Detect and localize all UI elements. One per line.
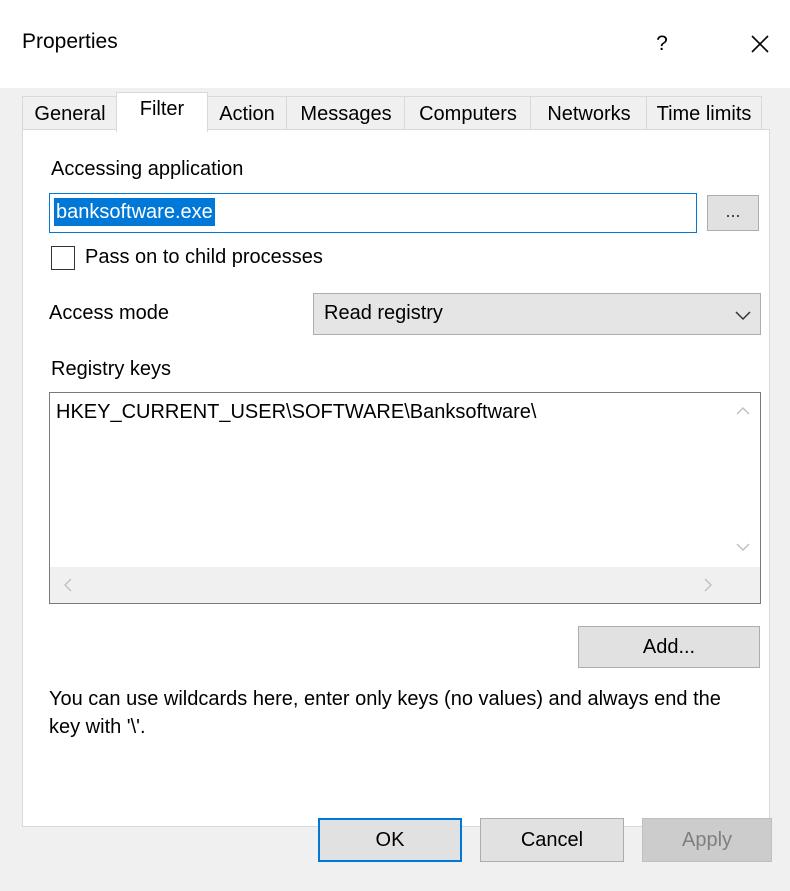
tab-strip: General Filter Action Messages Computers… <box>22 92 770 132</box>
vertical-scrollbar[interactable] <box>726 393 760 567</box>
accessing-application-label: Accessing application <box>51 158 244 180</box>
registry-key-item[interactable]: HKEY_CURRENT_USER\SOFTWARE\Banksoftware\ <box>56 401 536 424</box>
scroll-right-icon[interactable] <box>702 578 714 592</box>
wildcard-hint: You can use wildcards here, enter only k… <box>49 688 721 738</box>
filter-panel: Accessing application banksoftware.exe .… <box>22 129 770 827</box>
add-button[interactable]: Add... <box>578 626 760 668</box>
tab-general[interactable]: General <box>22 96 118 130</box>
scroll-left-icon[interactable] <box>62 578 74 592</box>
tab-action[interactable]: Action <box>206 96 288 130</box>
scroll-up-icon[interactable] <box>736 405 750 417</box>
title-bar: Properties ? <box>0 0 790 88</box>
ok-button[interactable]: OK <box>318 818 462 862</box>
registry-keys-list[interactable]: HKEY_CURRENT_USER\SOFTWARE\Banksoftware\ <box>49 392 761 604</box>
pass-to-child-checkbox[interactable] <box>51 246 75 270</box>
tab-time-limits[interactable]: Time limits <box>646 96 762 130</box>
access-mode-dropdown[interactable]: Read registry <box>313 293 761 335</box>
pass-to-child-label[interactable]: Pass on to child processes <box>85 246 323 269</box>
accessing-application-input[interactable]: banksoftware.exe <box>49 193 697 233</box>
scroll-down-icon[interactable] <box>736 541 750 553</box>
properties-dialog: Properties ? General Filter Action Messa… <box>0 0 790 891</box>
tab-messages[interactable]: Messages <box>286 96 406 130</box>
dialog-title: Properties <box>22 30 118 53</box>
registry-keys-label: Registry keys <box>51 358 172 380</box>
help-button[interactable]: ? <box>640 24 684 64</box>
close-button[interactable] <box>738 24 782 64</box>
apply-button[interactable]: Apply <box>642 818 772 862</box>
accessing-application-value: banksoftware.exe <box>54 198 215 226</box>
tab-computers[interactable]: Computers <box>404 96 532 130</box>
access-mode-value: Read registry <box>324 302 443 324</box>
tab-networks[interactable]: Networks <box>530 96 648 130</box>
chevron-down-icon <box>735 311 751 321</box>
horizontal-scrollbar[interactable] <box>50 567 726 603</box>
close-icon <box>751 35 769 53</box>
scrollbar-corner <box>726 567 760 603</box>
tab-filter[interactable]: Filter <box>116 92 208 132</box>
browse-button[interactable]: ... <box>707 195 759 231</box>
access-mode-label: Access mode <box>49 302 170 324</box>
cancel-button[interactable]: Cancel <box>480 818 624 862</box>
